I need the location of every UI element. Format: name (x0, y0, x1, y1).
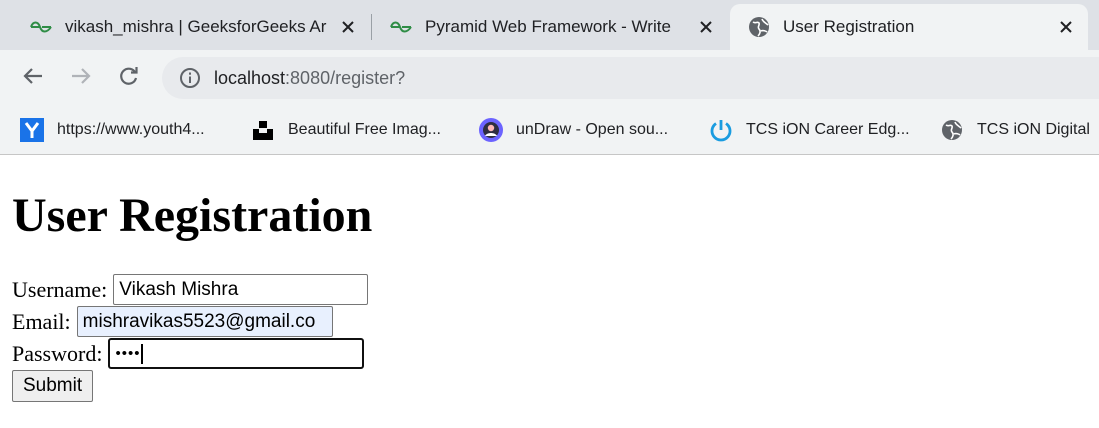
reload-icon (119, 66, 139, 91)
submit-button[interactable]: Submit (12, 370, 94, 402)
gfg-icon (389, 15, 413, 39)
tcs-power-icon (709, 118, 733, 142)
tab-title: Pyramid Web Framework - Write (425, 17, 671, 36)
password-label: Password: (12, 340, 103, 366)
forward-button[interactable] (65, 62, 97, 94)
gfg-icon (29, 15, 53, 39)
bookmark-label: https://www.youth4... (57, 121, 205, 138)
url-text: localhost:8080/register? (214, 68, 405, 89)
email-row: Email: (12, 306, 333, 337)
bookmark-tcs-digital[interactable]: TCS iON Digital (940, 114, 1090, 146)
page-title: User Registration (12, 189, 373, 242)
username-label: Username: (12, 276, 108, 302)
bookmark-label: TCS iON Digital (977, 121, 1090, 138)
password-mask: •••• (115, 345, 141, 362)
username-input[interactable] (113, 274, 369, 305)
bookmark-unsplash[interactable]: Beautiful Free Imag... (251, 114, 441, 146)
url-host: localhost (214, 67, 286, 88)
info-icon[interactable] (178, 66, 202, 90)
back-button[interactable] (17, 62, 49, 94)
arrow-left-icon (23, 67, 43, 90)
bookmarks-bar: https://www.youth4... Beautiful Free Ima… (0, 106, 1099, 155)
close-icon[interactable] (336, 15, 360, 39)
text-cursor (141, 343, 143, 364)
tab-vikash-mishra[interactable]: vikash_mishra | GeeksforGeeks Ar (12, 4, 370, 50)
password-row: Password: •••• (12, 338, 365, 369)
url-path: :8080/register? (285, 67, 406, 88)
close-icon[interactable] (1054, 15, 1078, 39)
page-content: User Registration Username: Email: Passw… (0, 155, 1099, 428)
bookmark-label: TCS iON Career Edg... (746, 121, 910, 138)
tab-user-registration[interactable]: User Registration (730, 4, 1088, 50)
tab-strip: vikash_mishra | GeeksforGeeks Ar Pyramid… (0, 0, 1099, 50)
unsplash-icon (251, 118, 275, 142)
youth4work-icon (20, 118, 44, 142)
bookmark-label: unDraw - Open sou... (516, 121, 669, 138)
bookmark-label: Beautiful Free Imag... (288, 121, 441, 138)
globe-icon (940, 118, 964, 142)
tab-title: User Registration (783, 17, 915, 36)
email-label: Email: (12, 308, 71, 334)
close-icon[interactable] (694, 15, 718, 39)
bookmark-youth4work[interactable]: https://www.youth4... (20, 114, 205, 146)
reload-button[interactable] (113, 62, 145, 94)
globe-icon (747, 15, 771, 39)
address-bar[interactable]: localhost:8080/register? (162, 57, 1099, 99)
password-input[interactable]: •••• (108, 338, 365, 369)
undraw-icon (479, 118, 503, 142)
browser-toolbar: localhost:8080/register? (0, 50, 1099, 106)
bookmark-undraw[interactable]: unDraw - Open sou... (479, 114, 668, 146)
arrow-right-icon (71, 67, 91, 90)
email-input[interactable] (76, 306, 333, 337)
username-row: Username: (12, 274, 369, 305)
bookmark-tcs-career-edge[interactable]: TCS iON Career Edg... (709, 114, 910, 146)
tab-title: vikash_mishra | GeeksforGeeks Ar (65, 17, 327, 36)
tab-pyramid-framework[interactable]: Pyramid Web Framework - Write (372, 4, 728, 50)
